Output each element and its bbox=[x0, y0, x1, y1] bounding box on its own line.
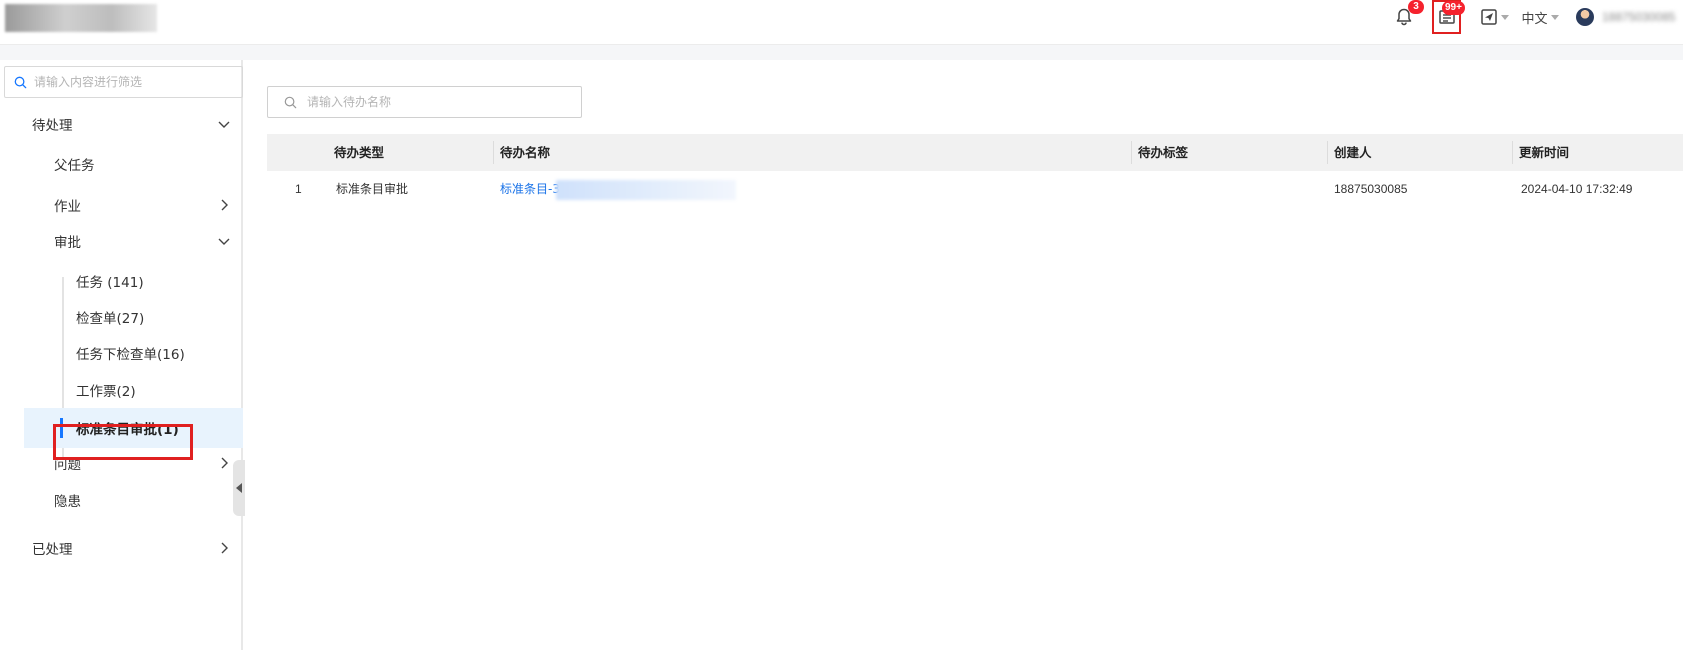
tree-item-approval-task-checklist[interactable]: 任务下检查单(16) bbox=[0, 335, 243, 371]
column-header-name[interactable]: 待办名称 bbox=[500, 134, 550, 171]
column-header-updated[interactable]: 更新时间 bbox=[1519, 134, 1569, 171]
cell-updated: 2024-04-10 17:32:49 bbox=[1521, 182, 1633, 196]
sidebar-collapse-toggle[interactable] bbox=[233, 460, 245, 516]
send-icon bbox=[1480, 9, 1497, 25]
tree-item-approval-work-ticket[interactable]: 工作票(2) bbox=[0, 372, 243, 408]
tree-item-label: 待处理 bbox=[32, 118, 73, 134]
notification-count-badge: 3 bbox=[1408, 0, 1424, 14]
tree-item-label: 隐患 bbox=[54, 494, 81, 510]
tree-item-label: 已处理 bbox=[32, 542, 73, 558]
todo-button[interactable]: 99+ bbox=[1432, 0, 1465, 34]
column-divider bbox=[1131, 141, 1132, 164]
tree-item-approval[interactable]: 审批 bbox=[0, 223, 243, 259]
user-menu[interactable]: 18875030085 bbox=[1576, 0, 1683, 34]
chevron-down-icon bbox=[1550, 14, 1559, 20]
chevron-down-icon bbox=[218, 121, 230, 128]
chevron-down-icon bbox=[218, 238, 230, 245]
tree-item-issue[interactable]: 问题 bbox=[0, 445, 243, 481]
table-header: 待办类型 待办名称 待办标签 创建人 更新时间 bbox=[267, 134, 1683, 171]
active-indicator bbox=[60, 418, 63, 438]
cell-type: 标准条目审批 bbox=[336, 182, 409, 196]
column-divider bbox=[1327, 141, 1328, 164]
top-header: 3 99+ 中文 18875030085 bbox=[0, 0, 1683, 45]
cell-name-text: 标准条目-3 bbox=[500, 182, 560, 196]
tree-item-label: 父任务 bbox=[54, 158, 95, 174]
tree-item-label: 作业 bbox=[54, 199, 81, 215]
tree-item-approval-task[interactable]: 任务 (141) bbox=[0, 263, 243, 299]
collapse-left-icon bbox=[236, 483, 242, 493]
notification-button[interactable]: 3 bbox=[1391, 0, 1424, 34]
language-label: 中文 bbox=[1521, 11, 1548, 27]
tree-item-approval-checklist[interactable]: 检查单(27) bbox=[0, 299, 243, 335]
logo bbox=[5, 4, 157, 32]
sidebar-search[interactable] bbox=[4, 66, 243, 98]
column-header-type[interactable]: 待办类型 bbox=[334, 134, 384, 171]
sidebar: 待处理 父任务 作业 审批 任务 (141) 检查单(27) 任务下检查单(16… bbox=[0, 60, 243, 650]
search-icon bbox=[284, 96, 297, 108]
tree-item-pending[interactable]: 待处理 bbox=[0, 106, 243, 142]
chevron-right-icon bbox=[221, 542, 228, 554]
sidebar-search-input[interactable] bbox=[34, 75, 234, 89]
row-index: 1 bbox=[295, 182, 302, 196]
tree-item-processed[interactable]: 已处理 bbox=[0, 530, 243, 566]
chevron-right-icon bbox=[221, 457, 228, 469]
todo-search-input[interactable] bbox=[307, 95, 567, 109]
cell-name-link[interactable]: 标准条目-3 bbox=[500, 171, 736, 207]
tree-item-job[interactable]: 作业 bbox=[0, 187, 243, 223]
search-icon bbox=[14, 76, 27, 88]
column-header-tag[interactable]: 待办标签 bbox=[1138, 134, 1188, 171]
cell-creator: 18875030085 bbox=[1334, 182, 1408, 196]
column-divider bbox=[493, 141, 494, 164]
language-switch[interactable]: 中文 bbox=[1518, 0, 1562, 34]
user-name: 18875030085 bbox=[1602, 10, 1676, 24]
todo-count-badge: 99+ bbox=[1442, 1, 1465, 15]
table-row[interactable]: 1 标准条目审批 标准条目-3 18875030085 2024-04-10 1… bbox=[267, 171, 1683, 207]
todo-table: 待办类型 待办名称 待办标签 创建人 更新时间 1 标准条目审批 标准条目-3 … bbox=[267, 134, 1683, 207]
todo-search[interactable] bbox=[267, 86, 582, 118]
main-content: 待办类型 待办名称 待办标签 创建人 更新时间 1 标准条目审批 标准条目-3 … bbox=[245, 60, 1683, 650]
tree-item-label: 审批 bbox=[54, 235, 81, 251]
tree-item-label: 标准条目审批(1) bbox=[76, 422, 179, 438]
column-header-creator[interactable]: 创建人 bbox=[1334, 134, 1372, 171]
tree-item-label: 问题 bbox=[54, 457, 81, 473]
tree-item-label: 工作票(2) bbox=[76, 384, 136, 400]
tree-item-label: 任务 (141) bbox=[76, 275, 144, 291]
redacted-name bbox=[555, 179, 736, 200]
column-divider bbox=[1512, 141, 1513, 164]
chevron-right-icon bbox=[221, 199, 228, 211]
header-spacer bbox=[0, 45, 1683, 60]
send-menu-button[interactable] bbox=[1475, 0, 1513, 34]
tree-item-standard-entry-approval[interactable]: 标准条目审批(1) bbox=[24, 408, 243, 448]
tree-item-label: 任务下检查单(16) bbox=[76, 347, 185, 363]
tree-item-hazard[interactable]: 隐患 bbox=[0, 482, 243, 518]
tree-item-parent-task[interactable]: 父任务 bbox=[0, 146, 243, 182]
avatar bbox=[1576, 8, 1594, 26]
chevron-down-icon bbox=[1500, 14, 1509, 20]
tree-item-label: 检查单(27) bbox=[76, 311, 145, 327]
